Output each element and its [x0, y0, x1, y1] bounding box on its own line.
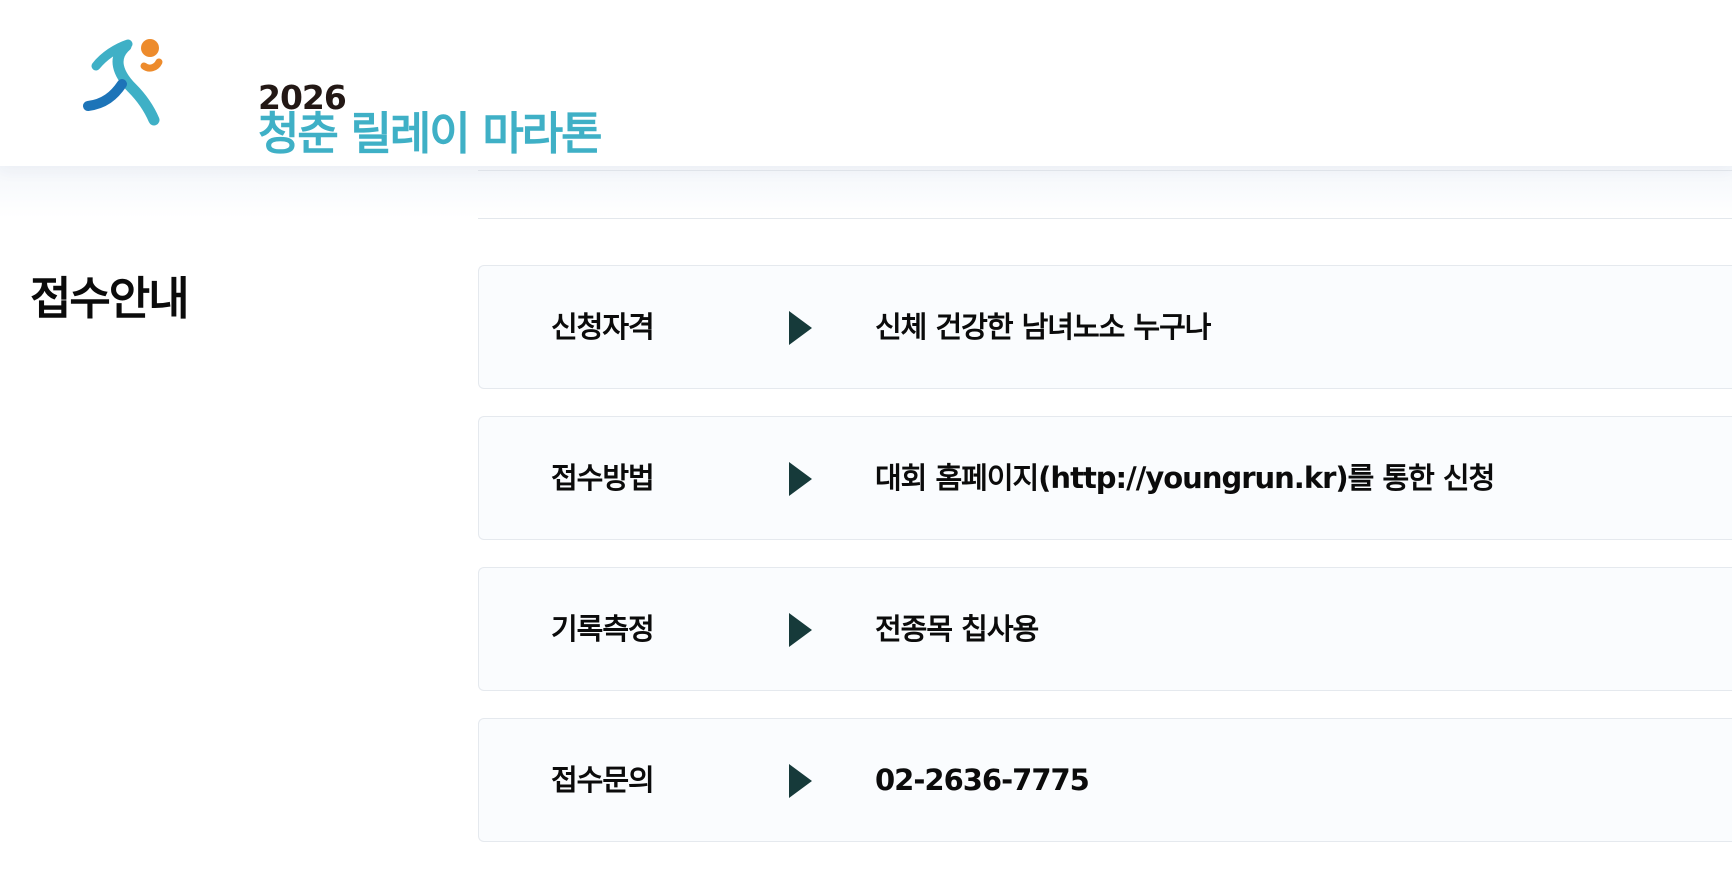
- site-logo-link[interactable]: 2026 청춘 릴레이 마라톤: [82, 38, 603, 160]
- info-row-method: 접수방법 대회 홈페이지(http://youngrun.kr)를 통한 신청: [478, 416, 1732, 540]
- info-row-timing: 기록측정 전종목 칩사용: [478, 567, 1732, 691]
- runner-icon: [83, 39, 163, 126]
- row-value: 신체 건강한 남녀노소 누구나: [875, 310, 1211, 344]
- row-label: 접수문의: [551, 763, 655, 797]
- row-label: 접수방법: [551, 461, 655, 495]
- divider-line: [478, 170, 1732, 171]
- info-row-eligibility: 신청자격 신체 건강한 남녀노소 누구나: [478, 265, 1732, 389]
- logo-title: 청춘 릴레이 마라톤: [258, 107, 603, 160]
- row-label: 신청자격: [551, 310, 655, 344]
- row-value: 전종목 칩사용: [875, 612, 1039, 646]
- header-shadow-band: [0, 166, 1732, 218]
- row-label: 기록측정: [551, 612, 655, 646]
- play-triangle-icon: [789, 462, 812, 496]
- registration-info-list: 신청자격 신체 건강한 남녀노소 누구나 접수방법 대회 홈페이지(http:/…: [478, 265, 1732, 869]
- play-triangle-icon: [789, 613, 812, 647]
- row-value: 02-2636-7775: [875, 763, 1090, 797]
- section-title: 접수안내: [30, 272, 190, 325]
- info-row-inquiry: 접수문의 02-2636-7775: [478, 718, 1732, 842]
- site-header: 2026 청춘 릴레이 마라톤: [0, 0, 1732, 166]
- divider-line: [478, 218, 1732, 219]
- play-triangle-icon: [789, 311, 812, 345]
- row-value: 대회 홈페이지(http://youngrun.kr)를 통한 신청: [875, 461, 1495, 495]
- play-triangle-icon: [789, 764, 812, 798]
